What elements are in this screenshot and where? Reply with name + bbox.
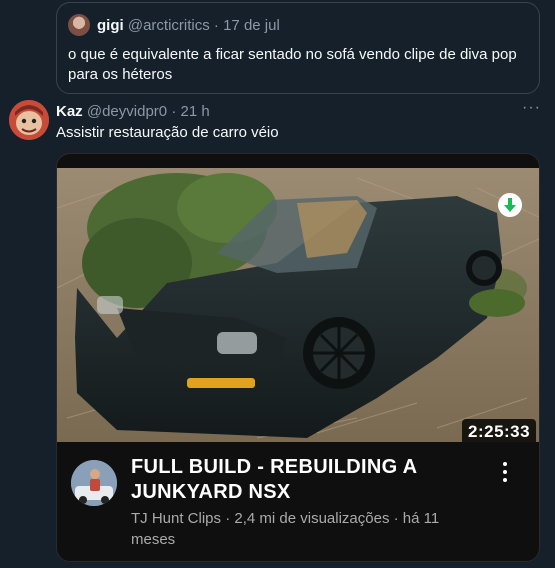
tweet-time[interactable]: 21 h <box>180 103 209 120</box>
channel-avatar[interactable] <box>71 460 117 506</box>
quoted-tweet[interactable]: gigi @arcticritics · 17 de jul o que é e… <box>56 2 540 94</box>
meta-separator: · <box>221 510 235 527</box>
author-handle[interactable]: @deyvidpr0 <box>87 103 167 120</box>
download-arrow-icon[interactable] <box>498 193 522 217</box>
tweet-header: Kaz @deyvidpr0 · 21 h <box>56 103 210 120</box>
meta-separator: · <box>389 510 403 527</box>
quoted-tweet-header: gigi @arcticritics · 17 de jul <box>97 17 280 34</box>
author-avatar[interactable] <box>9 100 49 140</box>
youtube-video-card[interactable]: 2:25:33 FULL BUILD - REBUILDING A JUNKYA… <box>56 153 540 562</box>
quoted-author-avatar[interactable] <box>68 14 90 36</box>
meta-separator: · <box>171 103 177 120</box>
video-metadata: TJ Hunt Clips · 2,4 mi de visualizações … <box>131 508 461 550</box>
view-count: 2,4 mi de visualizações <box>234 510 390 527</box>
more-vertical-icon[interactable] <box>497 460 513 484</box>
quoted-author-handle[interactable]: @arcticritics <box>128 17 210 34</box>
quoted-tweet-date[interactable]: 17 de jul <box>223 17 280 34</box>
tweet-text: Assistir restauração de carro véio <box>56 124 279 141</box>
more-horizontal-icon[interactable]: ··· <box>522 100 542 121</box>
quoted-meta-separator: · <box>213 17 219 34</box>
video-duration-badge: 2:25:33 <box>462 419 537 442</box>
video-thumbnail[interactable]: 2:25:33 <box>57 168 539 442</box>
author-name[interactable]: Kaz <box>56 103 83 120</box>
quoted-tweet-text: o que é equivalente a ficar sentado no s… <box>68 46 517 83</box>
video-title[interactable]: FULL BUILD - REBUILDING A JUNKYARD NSX <box>131 455 451 505</box>
quoted-author-name[interactable]: gigi <box>97 17 124 34</box>
channel-name[interactable]: TJ Hunt Clips <box>131 510 221 527</box>
